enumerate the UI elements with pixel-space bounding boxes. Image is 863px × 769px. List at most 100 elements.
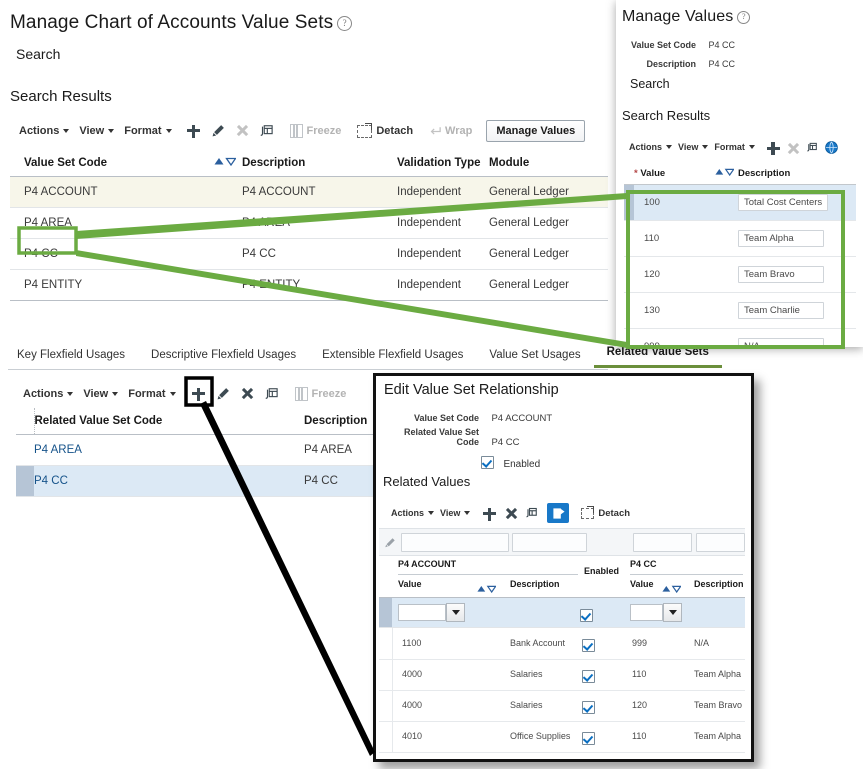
sort-icons-right[interactable] <box>662 580 682 598</box>
export-icon <box>553 507 565 519</box>
description-field-value[interactable]: Team Charlie <box>738 302 824 319</box>
add-value-button[interactable] <box>762 136 782 158</box>
column-header-description[interactable]: Description <box>738 163 856 185</box>
cell-value: 100 <box>634 184 738 221</box>
query-by-example-button[interactable] <box>254 120 278 142</box>
filter-left-description-input[interactable] <box>512 533 587 552</box>
format-menu[interactable]: Format <box>711 142 758 152</box>
dropdown-button[interactable] <box>446 603 465 622</box>
column-header-value-set-code[interactable]: Value Set Code <box>10 150 242 177</box>
table-row[interactable]: 100 Total Cost Centers <box>624 184 856 221</box>
tab-descriptive-flexfield-usages[interactable]: Descriptive Flexfield Usages <box>138 346 309 368</box>
query-by-example-button[interactable] <box>259 383 283 405</box>
table-row[interactable]: P4 AREA P4 AREA Independent General Ledg… <box>10 207 608 239</box>
chevron-down-icon <box>451 610 460 615</box>
view-menu[interactable]: View <box>74 125 119 137</box>
freeze-button[interactable]: Freeze <box>286 124 346 138</box>
delete-value-button[interactable] <box>782 136 802 158</box>
format-menu[interactable]: Format <box>119 125 176 137</box>
table-row-new[interactable] <box>379 598 745 628</box>
sort-icons[interactable] <box>214 157 237 169</box>
column-header-left-value[interactable]: Value <box>398 579 422 589</box>
tab-bar: Key Flexfield Usages Descriptive Flexfie… <box>4 343 722 368</box>
delete-row-button[interactable] <box>230 120 254 142</box>
actions-menu[interactable]: Actions <box>18 388 78 400</box>
table-row[interactable]: 4000 Salaries 110 Team Alpha <box>379 659 745 691</box>
column-header-validation-type[interactable]: Validation Type <box>397 150 489 177</box>
sort-ascending-descending-icon <box>662 585 682 594</box>
detach-button[interactable]: Detach <box>577 507 634 519</box>
tab-key-flexfield-usages[interactable]: Key Flexfield Usages <box>4 346 138 368</box>
delete-related-value-button[interactable] <box>499 502 520 524</box>
filter-right-value-input[interactable] <box>633 533 692 552</box>
table-row[interactable]: 130 Team Charlie <box>624 292 856 329</box>
table-row[interactable]: 4000 Salaries 120 Team Bravo <box>379 690 745 722</box>
right-value-lov[interactable] <box>630 603 682 622</box>
cell-related-value-set-code[interactable]: P4 AREA <box>34 434 304 466</box>
filter-left-value-input[interactable] <box>401 533 509 552</box>
export-button[interactable] <box>547 503 570 523</box>
manage-values-button[interactable]: Manage Values <box>486 120 586 142</box>
sort-icons[interactable] <box>715 168 735 179</box>
actions-menu[interactable]: Actions <box>14 125 74 137</box>
table-row[interactable]: 1100 Bank Account 999 N/A <box>379 628 745 660</box>
table-row[interactable]: P4 ACCOUNT P4 ACCOUNT Independent Genera… <box>10 176 608 208</box>
row-enabled-checkbox[interactable] <box>582 732 595 745</box>
tab-value-set-usages[interactable]: Value Set Usages <box>476 346 593 368</box>
column-header-value[interactable]: * Value <box>634 163 738 185</box>
column-header-right-value[interactable]: Value <box>630 579 654 589</box>
row-enabled-checkbox[interactable] <box>582 701 595 714</box>
view-menu[interactable]: View <box>437 508 473 518</box>
enabled-checkbox[interactable] <box>481 456 494 469</box>
description-field-value[interactable]: Team Alpha <box>738 230 824 247</box>
freeze-label: Freeze <box>311 388 347 400</box>
related-values-toolbar: Actions View Detach <box>388 503 634 523</box>
sort-icons-left[interactable] <box>477 580 497 598</box>
detach-button[interactable]: Detach <box>353 124 417 138</box>
table-row[interactable]: 4010 Office Supplies 110 Team Alpha <box>379 721 745 753</box>
view-menu[interactable]: View <box>675 142 711 152</box>
format-menu[interactable]: Format <box>123 388 180 400</box>
view-menu[interactable]: View <box>78 388 123 400</box>
tab-extensible-flexfield-usages[interactable]: Extensible Flexfield Usages <box>309 346 476 368</box>
add-related-value-button[interactable] <box>478 502 499 524</box>
left-value-input[interactable] <box>398 604 446 621</box>
right-value-input[interactable] <box>630 604 663 621</box>
add-row-button[interactable] <box>182 120 206 142</box>
detach-button[interactable] <box>822 136 842 158</box>
table-row[interactable]: 999 N/A <box>624 328 856 347</box>
edit-row-button[interactable] <box>206 120 230 142</box>
row-enabled-checkbox[interactable] <box>582 639 595 652</box>
column-header-module[interactable]: Module <box>489 150 608 177</box>
filter-right-description-input[interactable] <box>696 533 745 552</box>
table-row[interactable]: 110 Team Alpha <box>624 220 856 257</box>
left-value-lov[interactable] <box>398 603 465 622</box>
column-header-left-description[interactable]: Description <box>510 579 560 589</box>
row-enabled-checkbox[interactable] <box>580 609 593 622</box>
description-field-value[interactable]: Total Cost Centers <box>738 194 829 211</box>
query-by-example-button[interactable] <box>520 502 541 524</box>
actions-menu[interactable]: Actions <box>388 508 437 518</box>
search-disclosure[interactable]: Search <box>16 46 60 64</box>
help-icon[interactable]: ? <box>737 11 751 24</box>
dropdown-button[interactable] <box>663 603 682 622</box>
column-header-description[interactable]: Description <box>242 150 397 177</box>
table-row[interactable]: 120 Team Bravo <box>624 256 856 293</box>
table-row[interactable]: P4 CC P4 CC Independent General Ledger <box>10 238 608 270</box>
actions-menu[interactable]: Actions <box>626 142 675 152</box>
column-header-related-value-set-code[interactable]: Related Value Set Code <box>34 408 304 435</box>
query-by-example-button[interactable] <box>802 136 822 158</box>
search-disclosure[interactable]: Search <box>630 75 670 93</box>
description-field-value[interactable]: N/A <box>738 338 824 347</box>
edit-related-value-set-button[interactable] <box>211 383 235 405</box>
table-row[interactable]: P4 ENTITY P4 ENTITY Independent General … <box>10 269 608 301</box>
freeze-button[interactable]: Freeze <box>291 387 351 401</box>
description-field-value[interactable]: Team Bravo <box>738 266 824 283</box>
help-icon[interactable]: ? <box>337 16 353 31</box>
column-header-right-description[interactable]: Description <box>694 579 744 589</box>
delete-related-value-set-button[interactable] <box>235 383 259 405</box>
cell-related-value-set-code[interactable]: P4 CC <box>34 465 304 497</box>
wrap-button[interactable]: Wrap <box>425 125 476 137</box>
add-related-value-set-button[interactable] <box>187 383 211 405</box>
row-enabled-checkbox[interactable] <box>582 670 595 683</box>
